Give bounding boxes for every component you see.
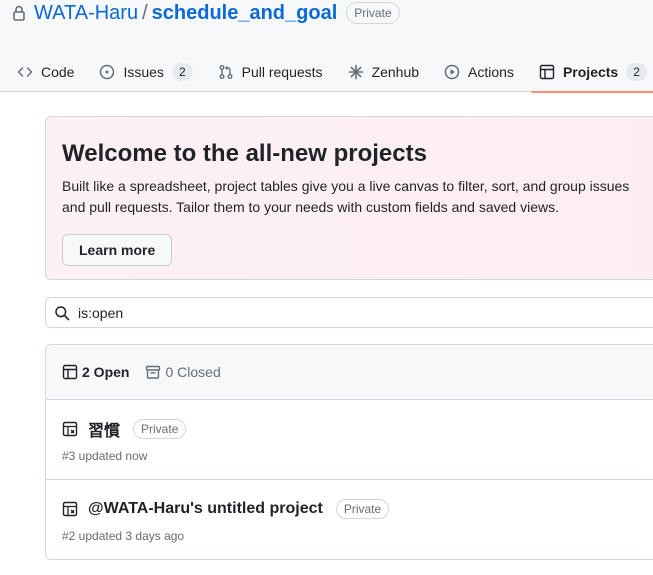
learn-more-button[interactable]: Learn more [62,234,173,266]
lock-icon [12,4,26,22]
repo-title: WATA-Haru / schedule_and_goal Private [12,1,400,25]
project-row: @WATA-Haru's untitled project Private #2… [46,480,653,559]
tab-projects[interactable]: Projects 2 [530,52,653,93]
git-pull-request-icon [218,64,234,80]
project-name-link[interactable]: 習慣 [88,417,120,441]
project-list: 2 Open 0 Closed 習慣 Private #3 updated no… [45,344,653,560]
tab-label: Pull requests [241,64,323,80]
tab-actions[interactable]: Actions [436,52,522,92]
open-count-label: 2 Open [82,364,130,380]
table-icon [539,64,555,80]
tab-label: Zenhub [371,64,420,80]
zenhub-icon [348,64,364,80]
tab-label: Issues [123,64,164,80]
repo-name-link[interactable]: schedule_and_goal [152,2,338,25]
projects-count: 2 [626,63,647,81]
project-icon [62,501,78,517]
repo-visibility-badge: Private [346,2,400,24]
repo-separator: / [142,1,148,24]
project-icon [62,421,78,437]
welcome-description: Built like a spreadsheet, project tables… [62,178,630,215]
closed-count-label: 0 Closed [165,364,221,380]
repo-owner-link[interactable]: WATA-Haru [34,2,138,25]
project-title-line: @WATA-Haru's untitled project Private [62,498,653,520]
table-icon [62,364,78,380]
open-projects-toggle[interactable]: 2 Open [62,364,129,380]
tab-pull-requests[interactable]: Pull requests [210,52,331,92]
search-input[interactable] [78,304,638,321]
issues-count: 2 [171,63,193,81]
repo-header: WATA-Haru / schedule_and_goal Private Co… [0,0,653,93]
closed-projects-toggle[interactable]: 0 Closed [145,364,221,380]
issue-opened-icon [99,64,115,80]
project-name-link[interactable]: @WATA-Haru's untitled project [88,500,323,518]
repo-nav: Code Issues 2 Pull requests Zenhub Actio… [0,52,653,93]
tab-zenhub[interactable]: Zenhub [340,52,427,92]
project-title-line: 習慣 Private [62,418,653,440]
welcome-title: Welcome to the all-new projects [62,140,427,167]
project-visibility-badge: Private [335,499,390,519]
project-row: 習慣 Private #3 updated now [46,400,653,480]
project-search[interactable] [45,297,653,328]
tab-label: Actions [468,64,514,80]
code-icon [17,64,33,80]
archive-icon [145,364,161,380]
tab-label: Projects [562,64,619,80]
search-icon [54,305,70,321]
project-list-header: 2 Open 0 Closed [46,345,653,400]
tab-issues[interactable]: Issues 2 [91,52,200,92]
tab-code[interactable]: Code [9,52,82,92]
project-meta: #2 updated 3 days ago [62,529,185,543]
welcome-banner: Welcome to the all-new projects Built li… [45,116,653,280]
project-visibility-badge: Private [133,419,187,439]
play-icon [444,64,460,80]
tab-label: Code [41,64,75,80]
project-meta: #3 updated now [62,449,148,463]
